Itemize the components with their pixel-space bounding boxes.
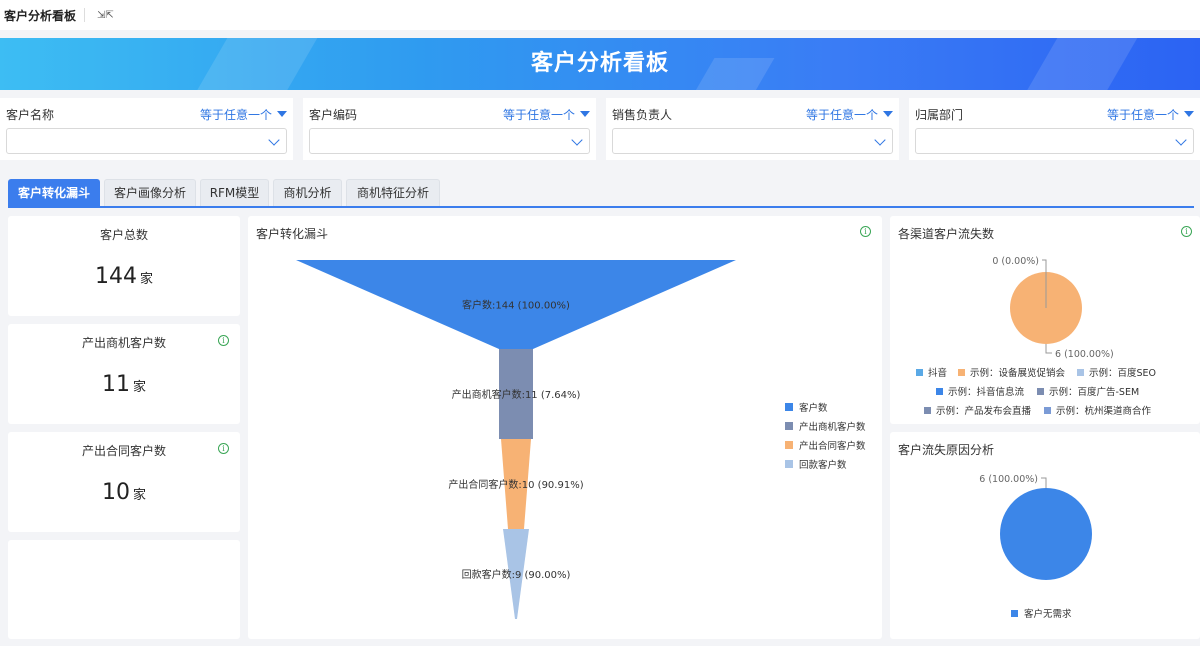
legend-item[interactable]: 抖音 xyxy=(928,367,947,379)
kpi-unit: 家 xyxy=(132,380,146,395)
filter-label: 客户编码 xyxy=(309,107,358,122)
filter-label: 销售负责人 xyxy=(612,107,673,122)
kpi-number: 144 xyxy=(94,264,137,289)
kpi-value: 11 家 xyxy=(8,372,240,397)
filter-operator-label: 等于任意一个 xyxy=(502,107,575,122)
legend-swatch xyxy=(1077,369,1084,376)
legend-swatch xyxy=(958,369,965,376)
kpi-card-opportunity-customers: 产出商机客户数 i 11 家 xyxy=(8,324,240,424)
chevron-down-icon xyxy=(1175,134,1187,146)
funnel-label: 客户数:144 (100.00%) xyxy=(462,299,570,312)
kpi-value: 144 家 xyxy=(8,264,240,289)
funnel-label: 回款客户数:9 (90.00%) xyxy=(462,568,571,581)
funnel-label: 产出商机客户数:11 (7.64%) xyxy=(452,388,581,401)
pie-label: 0 (0.00%) xyxy=(992,256,1039,267)
filter-operator-dropdown[interactable]: 等于任意一个 xyxy=(1107,106,1194,123)
legend-swatch xyxy=(924,407,931,414)
kpi-number: 11 xyxy=(101,372,130,397)
filter-sales-owner: 销售负责人 等于任意一个 xyxy=(606,98,899,160)
legend-swatch xyxy=(1037,388,1044,395)
pie-label: 6 (100.00%) xyxy=(1055,349,1114,360)
legend-swatch xyxy=(936,388,943,395)
chevron-down-icon xyxy=(874,134,886,146)
info-icon[interactable]: i xyxy=(218,443,229,454)
filter-bar: 客户名称 等于任意一个 客户编码 等于任意一个 销售负责人 等于任意一个 归属部… xyxy=(0,98,1200,160)
kpi-title: 客户总数 xyxy=(99,228,148,242)
legend-swatch xyxy=(785,403,793,411)
filter-operator-dropdown[interactable]: 等于任意一个 xyxy=(200,106,287,123)
channel-churn-card: 各渠道客户流失数 i 0 (0.00%) 6 (100.00%) 抖音 示例：设备展览… xyxy=(890,216,1200,424)
legend-item[interactable]: 示例：抖音信息流 xyxy=(948,386,1025,398)
tab-opportunity-features[interactable]: 商机特征分析 xyxy=(346,179,440,206)
tab-opportunity-analysis[interactable]: 商机分析 xyxy=(273,179,342,206)
legend-item[interactable]: 示例：百度广告-SEM xyxy=(1049,386,1139,398)
divider xyxy=(84,8,86,22)
filter-value-select[interactable] xyxy=(309,128,590,154)
empty-card xyxy=(8,540,240,639)
tab-conversion-funnel[interactable]: 客户转化漏斗 xyxy=(8,179,100,206)
filter-value-select[interactable] xyxy=(6,128,287,154)
caret-down-icon xyxy=(277,111,287,117)
top-bar: 客户分析看板 ⇲⇱ xyxy=(0,0,1200,30)
funnel-chart: 客户数:144 (100.00%) 产出商机客户数:11 (7.64%) 产出合同客… xyxy=(296,260,866,619)
legend-item[interactable]: 产出商机客户数 xyxy=(799,421,866,433)
kpi-title: 产出合同客户数 xyxy=(81,444,166,458)
kpi-unit: 家 xyxy=(139,272,153,287)
tab-bar: 客户转化漏斗 客户画像分析 RFM模型 商机分析 商机特征分析 xyxy=(8,179,1194,208)
legend-swatch xyxy=(916,369,923,376)
pie-leader-line xyxy=(1041,477,1047,488)
tab-customer-profile[interactable]: 客户画像分析 xyxy=(104,179,196,206)
legend-swatch xyxy=(1044,407,1051,414)
filter-label: 归属部门 xyxy=(915,107,964,122)
tab-rfm-model[interactable]: RFM模型 xyxy=(200,179,269,206)
kpi-card-total-customers: 客户总数 144 家 xyxy=(8,216,240,316)
reason-pie-chart: 6 (100.00%) 客户无需求 xyxy=(979,474,1092,620)
legend-item[interactable]: 示例：杭州渠道商合作 xyxy=(1056,405,1152,417)
app-title: 客户分析看板 xyxy=(4,8,77,23)
filter-operator-dropdown[interactable]: 等于任意一个 xyxy=(503,106,590,123)
filter-operator-label: 等于任意一个 xyxy=(805,107,878,122)
legend-item[interactable]: 示例：产品发布会直播 xyxy=(936,405,1032,417)
legend-swatch xyxy=(1011,610,1018,617)
legend-item[interactable]: 产出合同客户数 xyxy=(799,440,866,452)
filter-department: 归属部门 等于任意一个 xyxy=(909,98,1200,160)
kpi-unit: 家 xyxy=(132,488,146,503)
filter-operator-dropdown[interactable]: 等于任意一个 xyxy=(806,106,893,123)
filter-customer-name: 客户名称 等于任意一个 xyxy=(0,98,293,160)
legend-item[interactable]: 示例：百度SEO xyxy=(1089,367,1156,379)
caret-down-icon xyxy=(580,111,590,117)
legend-item[interactable]: 示例：设备展览促销会 xyxy=(970,367,1066,379)
kpi-title: 产出商机客户数 xyxy=(81,336,166,350)
funnel-card: 客户转化漏斗 i 客户数:144 (100.00%) 产出商机客户数:11 (7.… xyxy=(248,216,882,639)
legend-item[interactable]: 客户无需求 xyxy=(1024,608,1072,620)
banner: 客户分析看板 xyxy=(0,38,1200,90)
legend-item[interactable]: 回款客户数 xyxy=(799,459,847,471)
filter-customer-code: 客户编码 等于任意一个 xyxy=(303,98,596,160)
filter-value-select[interactable] xyxy=(612,128,893,154)
pie-leader-line xyxy=(1045,344,1052,354)
kpi-number: 10 xyxy=(101,480,130,505)
chevron-down-icon xyxy=(268,134,280,146)
churn-reason-card: 客户流失原因分析 6 (100.00%) 客户无需求 xyxy=(890,432,1200,639)
legend-swatch xyxy=(785,422,793,430)
banner-title: 客户分析看板 xyxy=(530,51,669,76)
collapse-icon[interactable]: ⇲⇱ xyxy=(97,10,114,21)
funnel-label: 产出合同客户数:10 (90.91%) xyxy=(448,478,583,491)
caret-down-icon xyxy=(883,111,893,117)
kpi-value: 10 家 xyxy=(8,480,240,505)
filter-label: 客户名称 xyxy=(6,107,55,122)
kpi-card-contract-customers: 产出合同客户数 i 10 家 xyxy=(8,432,240,532)
chevron-down-icon xyxy=(571,134,583,146)
pie-slice xyxy=(1000,488,1092,580)
info-icon[interactable]: i xyxy=(218,335,229,346)
channel-pie-chart: 0 (0.00%) 6 (100.00%) 抖音 示例：设备展览促销会 示例：百度SEO… xyxy=(916,256,1156,417)
legend-item[interactable]: 客户数 xyxy=(799,402,828,414)
pie-label: 6 (100.00%) xyxy=(979,474,1038,485)
filter-operator-label: 等于任意一个 xyxy=(199,107,272,122)
legend-swatch xyxy=(785,441,793,449)
legend-swatch xyxy=(785,460,793,468)
caret-down-icon xyxy=(1184,111,1194,117)
filter-value-select[interactable] xyxy=(915,128,1194,154)
filter-operator-label: 等于任意一个 xyxy=(1106,107,1179,122)
